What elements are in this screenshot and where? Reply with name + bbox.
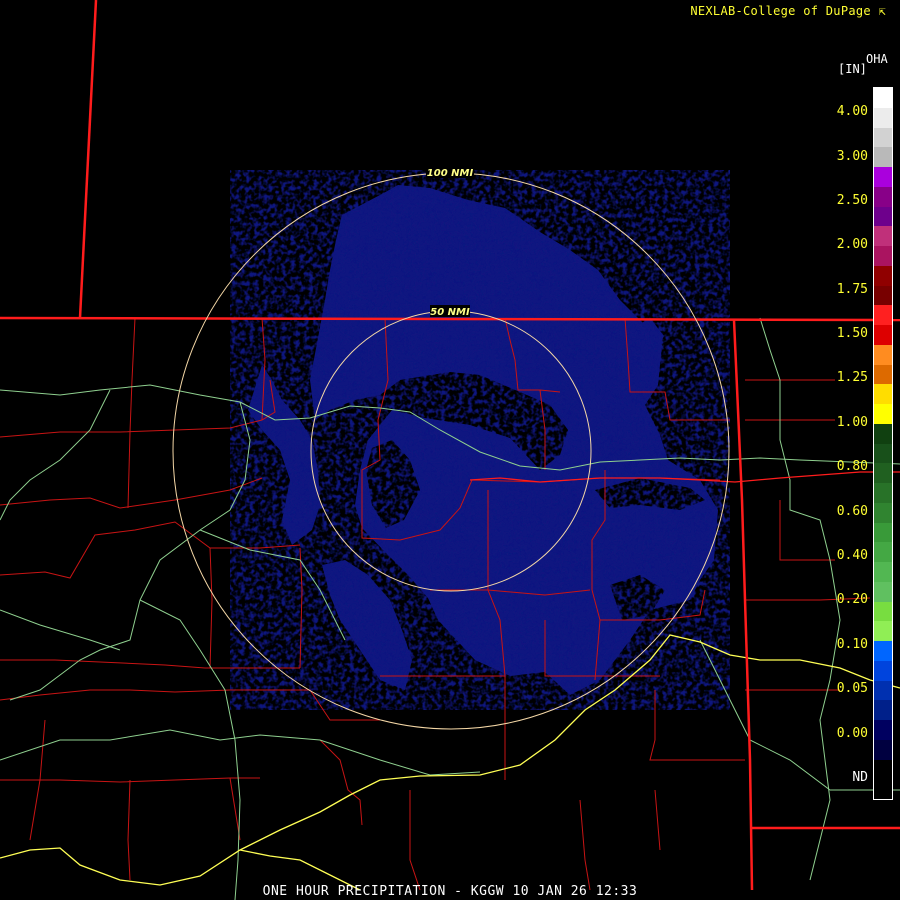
units-label: [IN] xyxy=(838,62,867,76)
legend-swatch xyxy=(874,641,892,661)
legend-color-bar xyxy=(873,87,893,800)
county-line xyxy=(209,547,213,669)
legend-swatch xyxy=(874,779,892,799)
legend-swatch xyxy=(874,522,892,543)
county-line xyxy=(654,789,661,851)
radar-map: 100 NMI 50 NMI xyxy=(0,0,900,900)
road xyxy=(0,729,481,776)
road xyxy=(0,609,121,651)
legend-swatch xyxy=(874,739,892,760)
legend-tick: 0.00 xyxy=(836,726,868,741)
legend-swatch xyxy=(874,384,892,404)
legend-swatch xyxy=(874,581,892,602)
road xyxy=(139,599,241,900)
legend-swatch xyxy=(874,265,892,286)
precip-speckle xyxy=(230,170,730,710)
county-line xyxy=(409,790,421,891)
legend-swatch xyxy=(874,127,892,148)
credit-label: NEXLAB-College of DuPage ⇱ xyxy=(690,4,886,18)
legend-tick: 3.00 xyxy=(836,149,868,164)
legend-swatch xyxy=(874,601,892,622)
legend-tick: 0.20 xyxy=(836,592,868,607)
county-line xyxy=(0,477,263,509)
legend-swatch xyxy=(874,621,892,641)
road xyxy=(9,529,201,701)
legend-swatch xyxy=(874,107,892,128)
legend-swatch xyxy=(874,542,892,562)
legend-swatch xyxy=(874,562,892,582)
credit-text: NEXLAB-College of DuPage xyxy=(690,4,871,18)
legend-swatch xyxy=(874,660,892,681)
legend-tick: 2.50 xyxy=(836,193,868,208)
county-line xyxy=(579,799,591,891)
legend-swatch xyxy=(874,167,892,187)
legend-swatch xyxy=(874,285,892,306)
legend-swatch xyxy=(874,344,892,365)
legend-swatch xyxy=(874,463,892,483)
external-link-arrow-icon[interactable]: ⇱ xyxy=(878,4,886,18)
legend-tick: 2.00 xyxy=(836,237,868,252)
product-title: ONE HOUR PRECIPITATION - KGGW 10 JAN 26 … xyxy=(262,884,638,899)
legend-tick: 1.75 xyxy=(836,282,868,297)
legend-tick: 1.25 xyxy=(836,370,868,385)
legend-tick: 0.05 xyxy=(836,681,868,696)
legend-tick: 4.00 xyxy=(836,104,868,119)
state-border-north xyxy=(78,0,98,319)
legend-swatch xyxy=(874,443,892,464)
legend-swatch xyxy=(874,404,892,424)
legend-swatch xyxy=(874,147,892,167)
road xyxy=(0,389,111,521)
legend-tick: 0.80 xyxy=(836,459,868,474)
county-line xyxy=(127,779,131,881)
ring-label-50: 50 NMI xyxy=(430,307,470,318)
legend-tick: 0.60 xyxy=(836,504,868,519)
legend-swatch xyxy=(874,759,892,780)
county-line xyxy=(319,739,363,826)
legend-swatch xyxy=(874,206,892,227)
legend-tick: 1.00 xyxy=(836,415,868,430)
legend-swatch xyxy=(874,502,892,523)
legend-swatch xyxy=(874,680,892,701)
legend-swatch xyxy=(874,186,892,207)
legend-swatch xyxy=(874,700,892,720)
legend-swatch xyxy=(874,305,892,325)
county-line xyxy=(127,317,136,509)
legend-swatch xyxy=(874,720,892,740)
legend-swatch xyxy=(874,246,892,266)
product-code: OHA xyxy=(866,52,888,66)
legend-swatch xyxy=(874,226,892,246)
legend-tick: 0.40 xyxy=(836,548,868,563)
legend-swatch xyxy=(874,423,892,444)
legend-tick-nd: ND xyxy=(852,770,868,785)
legend-swatch xyxy=(874,325,892,345)
legend-swatch xyxy=(874,483,892,503)
state-border-east xyxy=(732,319,754,891)
legend-tick: 0.10 xyxy=(836,637,868,652)
legend-tick: 1.50 xyxy=(836,326,868,341)
legend-swatch xyxy=(874,88,892,108)
legend-swatch xyxy=(874,364,892,385)
ring-label-100: 100 NMI xyxy=(427,168,474,179)
precipitation-echoes xyxy=(230,170,730,710)
